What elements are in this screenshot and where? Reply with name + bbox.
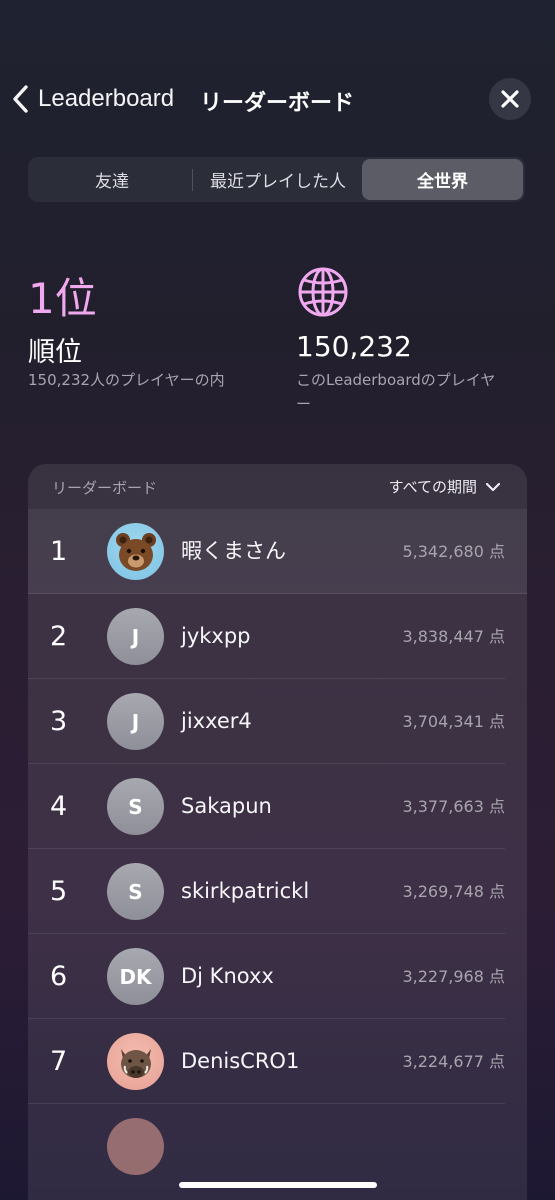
player-name: 暇くまさん (181, 539, 286, 563)
player-score: 3,377,663 点 (402, 797, 505, 816)
player-score: 3,838,447 点 (402, 627, 505, 646)
home-indicator[interactable] (179, 1182, 377, 1188)
initials-avatar: S (107, 778, 164, 835)
player-name: DenisCRO1 (181, 1049, 300, 1073)
scope-segmented-control: 友達 最近プレイした人 全世界 (28, 157, 525, 202)
page-title: リーダーボード (200, 91, 355, 116)
leaderboard-row[interactable]: 4 S Sakapun 3,377,663 点 (28, 764, 527, 849)
leaderboard-row[interactable]: 7 DenisCRO1 3,224,677 点 (28, 1019, 527, 1104)
tab-friends[interactable]: 友達 (30, 159, 194, 200)
leaderboard-row[interactable]: 2 J jykxpp 3,838,447 点 (28, 594, 527, 679)
player-score: 3,704,341 点 (402, 712, 505, 731)
player-name: Dj Knoxx (181, 964, 274, 988)
initials-avatar: J (107, 608, 164, 665)
player-name: jixxer4 (181, 709, 252, 733)
row-rank: 7 (50, 1046, 68, 1077)
leaderboard-row-partial[interactable] (28, 1104, 527, 1189)
players-count-subtitle: このLeaderboardのプレイヤー (296, 371, 496, 413)
players-count: 150,232 (296, 330, 412, 363)
back-button[interactable]: Leaderboard (10, 80, 174, 118)
partial-avatar (107, 1118, 164, 1175)
player-score: 3,227,968 点 (402, 967, 505, 986)
tab-recently-played[interactable]: 最近プレイした人 (194, 159, 362, 200)
leaderboard-header: リーダーボード すべての期間 (28, 464, 527, 509)
player-rank-value: 1位 (28, 274, 97, 323)
row-rank: 5 (50, 876, 68, 907)
player-name: Sakapun (181, 794, 272, 818)
row-rank: 6 (50, 961, 68, 992)
leaderboard-row[interactable]: 1 暇くまさん 5,342,680 点 (28, 509, 527, 594)
initials-avatar: DK (107, 948, 164, 1005)
boar-avatar (107, 1033, 164, 1090)
player-name: skirkpatrickl (181, 879, 310, 903)
period-selector[interactable]: すべての期間 (389, 476, 501, 497)
player-score: 5,342,680 点 (402, 542, 505, 561)
navigation-header: Leaderboard リーダーボード (0, 72, 555, 126)
player-rank-label: 順位 (28, 337, 82, 368)
row-rank: 1 (50, 536, 68, 567)
row-rank: 3 (50, 706, 68, 737)
player-name: jykxpp (181, 624, 251, 648)
initials-avatar: J (107, 693, 164, 750)
player-score: 3,224,677 点 (402, 1052, 505, 1071)
leaderboard-row[interactable]: 6 DK Dj Knoxx 3,227,968 点 (28, 934, 527, 1019)
tab-global[interactable]: 全世界 (362, 159, 523, 200)
leaderboard-list: リーダーボード すべての期間 1 暇くまさん 5,342,680 点 2 J j… (28, 464, 527, 1200)
leaderboard-row[interactable]: 5 S skirkpatrickl 3,269,748 点 (28, 849, 527, 934)
globe-icon (298, 267, 348, 317)
chevron-down-icon (485, 482, 501, 491)
bear-face-icon (115, 532, 156, 571)
player-stats: 1位 順位 150,232人のプレイヤーの内 150,232 このLeaderb… (0, 260, 555, 430)
boar-face-icon (120, 1048, 151, 1078)
row-rank: 2 (50, 621, 68, 652)
leaderboard-title: リーダーボード (52, 479, 158, 497)
close-icon (501, 90, 519, 108)
back-label: Leaderboard (38, 85, 175, 112)
chevron-left-icon (13, 85, 28, 113)
player-score: 3,269,748 点 (402, 882, 505, 901)
initials-avatar: S (107, 863, 164, 920)
close-button[interactable] (489, 78, 531, 120)
player-rank-subtitle: 150,232人のプレイヤーの内 (28, 371, 225, 389)
row-rank: 4 (50, 791, 68, 822)
leaderboard-row[interactable]: 3 J jixxer4 3,704,341 点 (28, 679, 527, 764)
bear-avatar (107, 523, 164, 580)
period-label: すべての期間 (388, 478, 477, 496)
segment-divider (192, 169, 193, 191)
